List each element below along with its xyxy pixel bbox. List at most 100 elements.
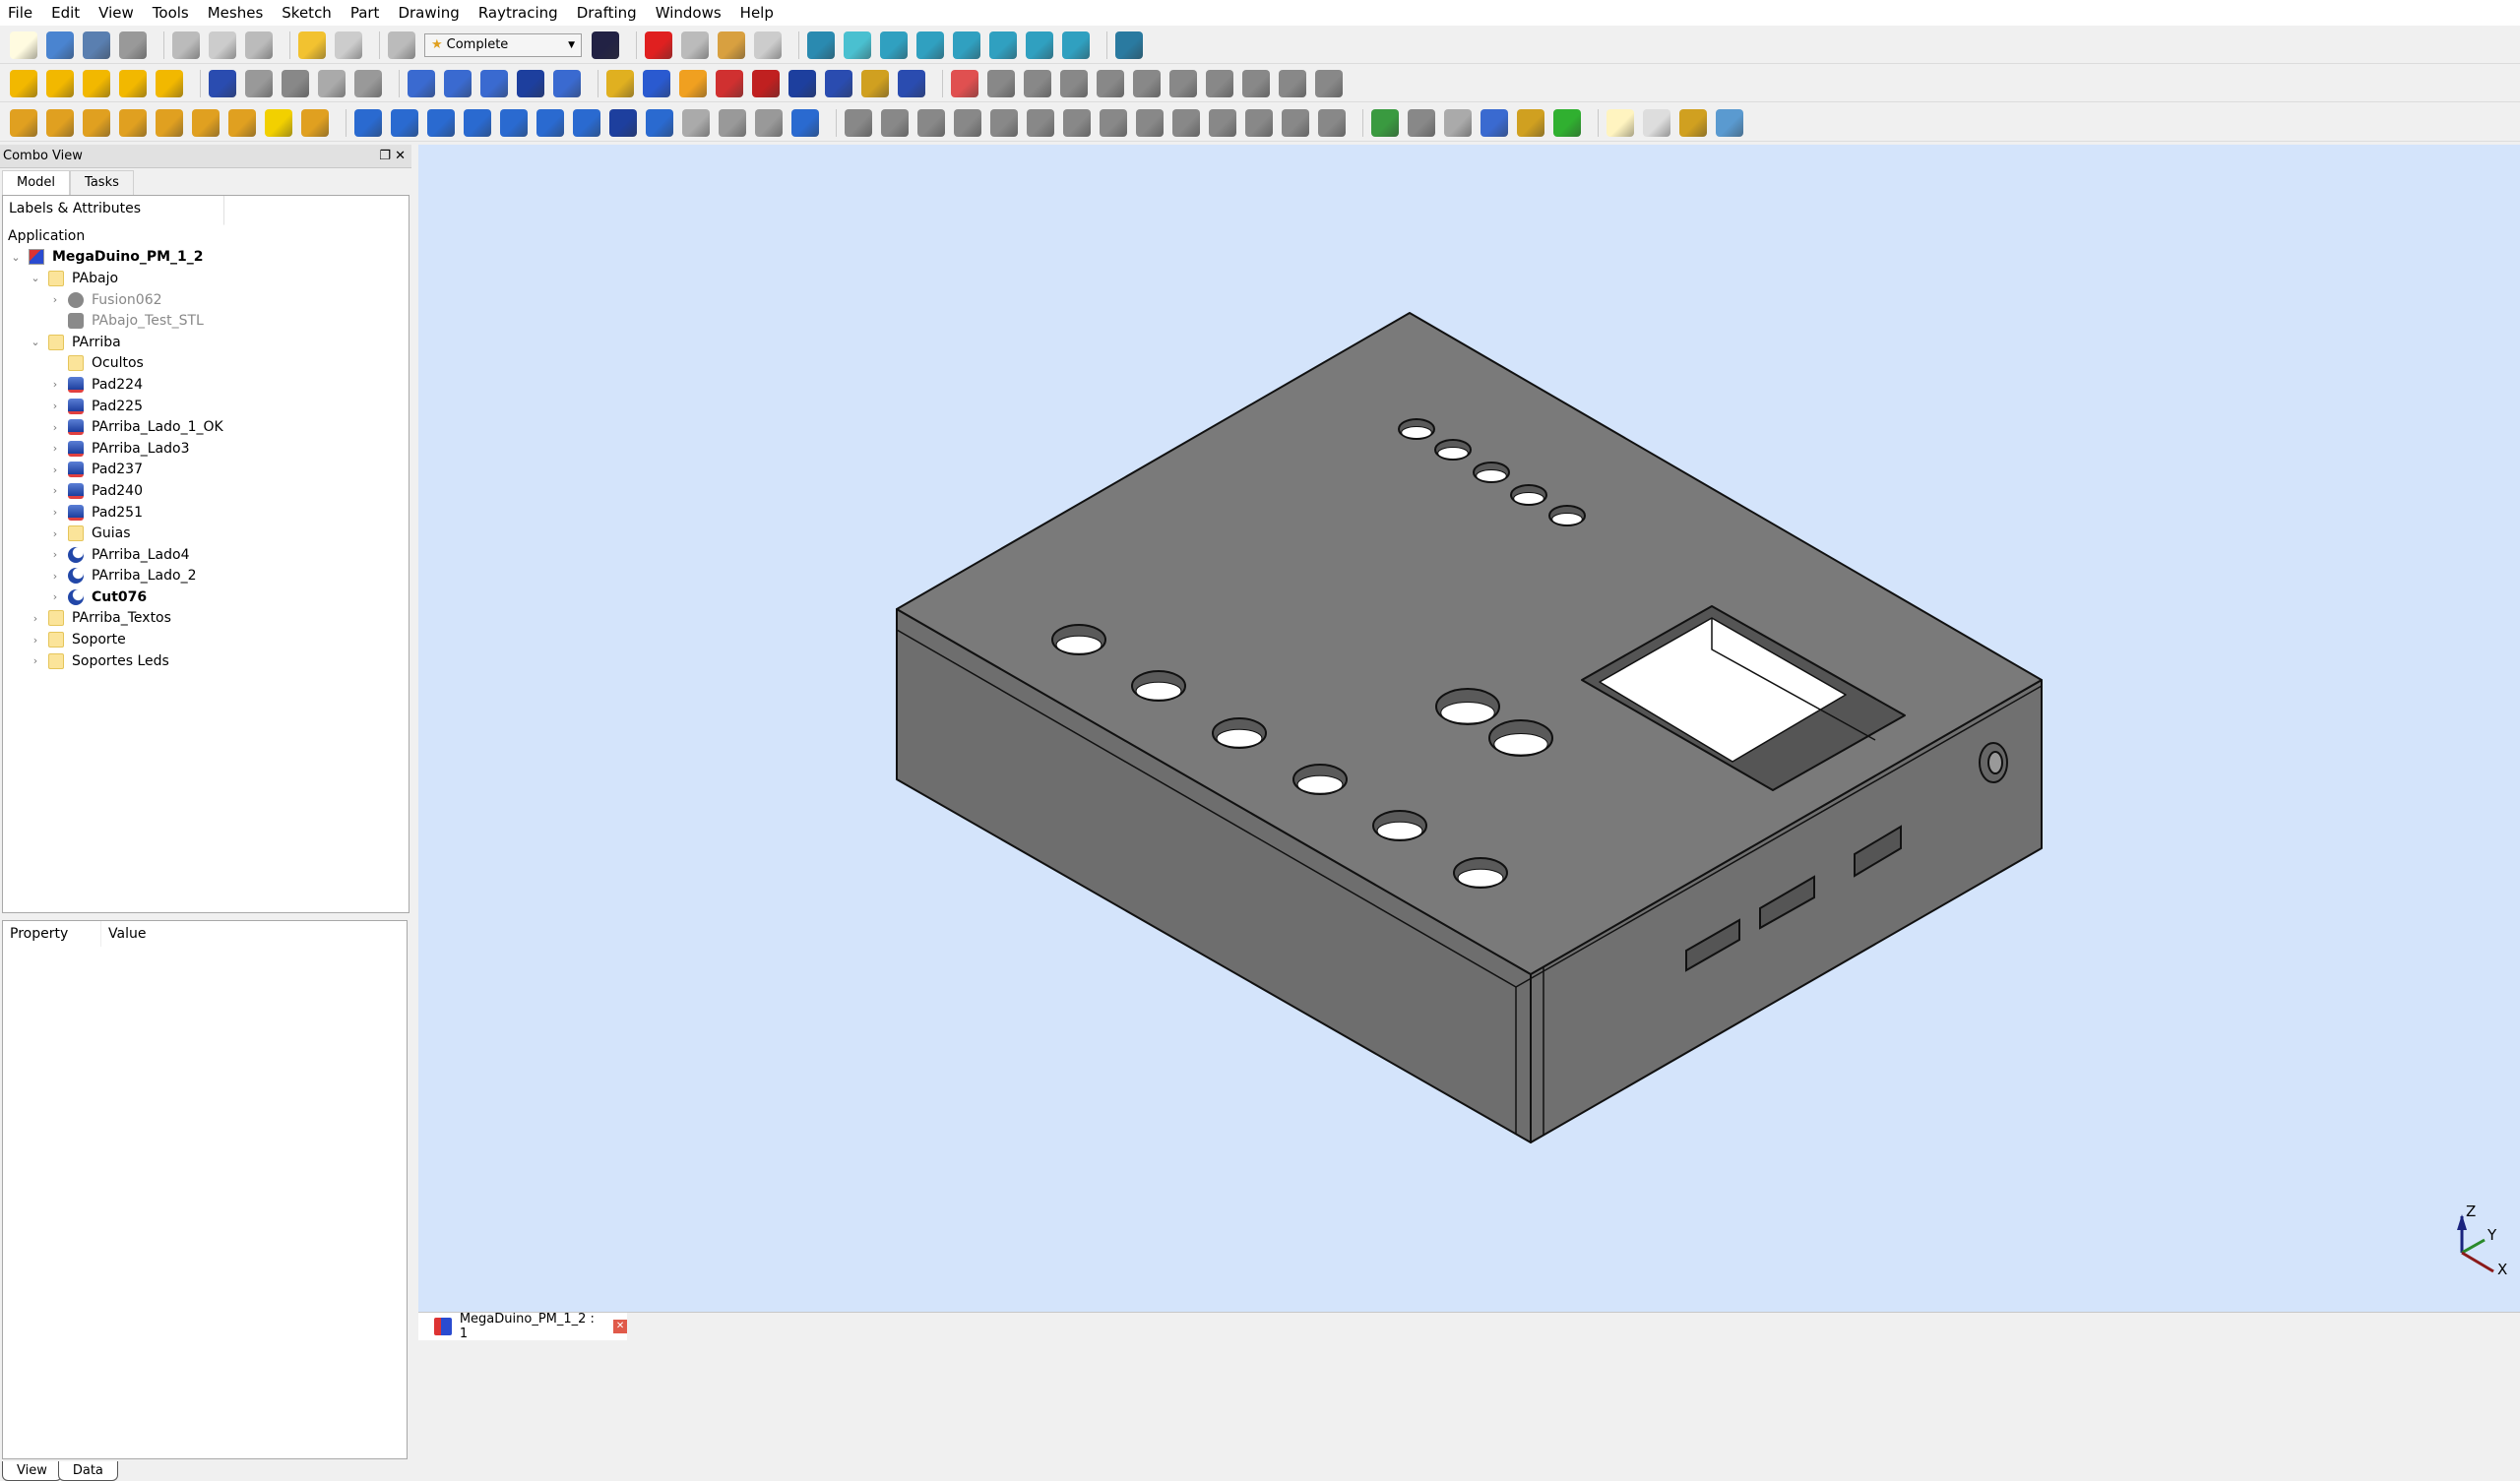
- chevron-down-icon[interactable]: ⌄: [29, 272, 42, 284]
- upgrade-icon[interactable]: [500, 108, 528, 137]
- part-yellow-icon[interactable]: [825, 69, 852, 97]
- menu-drafting[interactable]: Drafting: [577, 4, 637, 22]
- chevron-down-icon[interactable]: ⌄: [9, 251, 23, 264]
- chevron-down-icon[interactable]: ⌄: [29, 336, 42, 348]
- tree-item[interactable]: › Soportes Leds: [3, 650, 409, 672]
- scale-icon[interactable]: [573, 108, 600, 137]
- fuse-icon[interactable]: [282, 69, 309, 97]
- tree-item[interactable]: Ocultos: [3, 353, 409, 375]
- chevron-right-icon[interactable]: ›: [48, 548, 62, 561]
- snap-ext-icon[interactable]: [1245, 108, 1273, 137]
- box-icon[interactable]: [10, 69, 37, 97]
- save-icon[interactable]: [83, 31, 110, 59]
- menu-drawing[interactable]: Drawing: [398, 4, 459, 22]
- part-multi-icon[interactable]: [861, 69, 889, 97]
- snap-center-icon[interactable]: [1282, 108, 1309, 137]
- 3d-model[interactable]: Z Y X: [418, 145, 2520, 1312]
- export-icon[interactable]: [987, 69, 1015, 97]
- a3-page-icon[interactable]: [1643, 108, 1670, 137]
- snap-point-icon[interactable]: [845, 108, 872, 137]
- menu-meshes[interactable]: Meshes: [208, 4, 264, 22]
- move-icon[interactable]: [354, 108, 382, 137]
- hole-icon[interactable]: [679, 69, 707, 97]
- menu-view[interactable]: View: [98, 4, 134, 22]
- draft-line-icon[interactable]: [10, 108, 37, 137]
- draft-dimension-icon[interactable]: [301, 108, 329, 137]
- tab-model[interactable]: Model: [2, 170, 71, 196]
- draft-polygon-icon[interactable]: [192, 108, 220, 137]
- view-front-icon[interactable]: [880, 31, 908, 59]
- snap-dim-icon[interactable]: [1172, 108, 1200, 137]
- menu-file[interactable]: File: [8, 4, 32, 22]
- chevron-right-icon[interactable]: ›: [29, 654, 42, 667]
- new-document-icon[interactable]: [10, 31, 37, 59]
- workbench-selector[interactable]: ★ Complete ▼: [424, 32, 582, 57]
- circle-icon[interactable]: [1097, 69, 1124, 97]
- sphere-icon[interactable]: [83, 69, 110, 97]
- open-folder-icon[interactable]: [46, 31, 74, 59]
- cylinder-icon[interactable]: [46, 69, 74, 97]
- undo-icon[interactable]: [298, 31, 326, 59]
- refresh-icon[interactable]: [388, 31, 415, 59]
- render-icon[interactable]: [1480, 108, 1508, 137]
- tab-data[interactable]: Data: [57, 1461, 118, 1481]
- whats-this-icon[interactable]: [592, 31, 619, 59]
- downgrade-icon[interactable]: [536, 108, 564, 137]
- snap-vert-icon[interactable]: [917, 108, 945, 137]
- chevron-right-icon[interactable]: ›: [48, 400, 62, 412]
- draft-text-icon[interactable]: [265, 108, 292, 137]
- drawing-view-icon[interactable]: [1679, 108, 1707, 137]
- chevron-right-icon[interactable]: ›: [29, 634, 42, 647]
- line-icon[interactable]: [1060, 69, 1088, 97]
- chamfer-icon[interactable]: [553, 69, 581, 97]
- part-blue-icon[interactable]: [788, 69, 816, 97]
- tree-item[interactable]: › Cut076: [3, 586, 409, 608]
- close-icon[interactable]: ✕: [395, 149, 406, 163]
- tree-item[interactable]: ⌄ PArriba: [3, 332, 409, 353]
- polyline-icon[interactable]: [1133, 69, 1161, 97]
- chevron-right-icon[interactable]: ›: [48, 293, 62, 306]
- groove-icon[interactable]: [716, 69, 743, 97]
- view-bottom-icon[interactable]: [1026, 31, 1053, 59]
- tree-item[interactable]: › Pad240: [3, 480, 409, 502]
- shape2dview-icon[interactable]: [609, 108, 637, 137]
- array-icon[interactable]: [682, 108, 710, 137]
- cut-icon[interactable]: [172, 31, 200, 59]
- view-iso-icon[interactable]: [844, 31, 871, 59]
- pad-icon[interactable]: [606, 69, 634, 97]
- drawing-page-icon[interactable]: [951, 69, 978, 97]
- edit-macro-icon[interactable]: [718, 31, 745, 59]
- tree-item[interactable]: ⌄ MegaDuino_PM_1_2: [3, 247, 409, 269]
- model-tree[interactable]: Labels & Attributes Application ⌄ MegaDui…: [2, 195, 410, 913]
- tree-item[interactable]: ⌄ PAbajo: [3, 268, 409, 289]
- tree-item[interactable]: › Guias: [3, 523, 409, 544]
- tree-item[interactable]: › Soporte: [3, 629, 409, 650]
- measure-icon[interactable]: [1115, 31, 1143, 59]
- chevron-right-icon[interactable]: ›: [48, 421, 62, 434]
- draft-bspline-icon[interactable]: [228, 108, 256, 137]
- lux-icon[interactable]: [1444, 108, 1472, 137]
- snap-ortho-icon[interactable]: [1209, 108, 1236, 137]
- point-icon[interactable]: [1024, 69, 1051, 97]
- tree-item[interactable]: › PArriba_Lado3: [3, 438, 409, 460]
- menu-raytracing[interactable]: Raytracing: [478, 4, 558, 22]
- tree-item[interactable]: › PArriba_Lado_1_OK: [3, 416, 409, 438]
- draft2sketch-icon[interactable]: [646, 108, 673, 137]
- fillet-icon[interactable]: [517, 69, 544, 97]
- tree-item[interactable]: PAbajo_Test_STL: [3, 310, 409, 332]
- draft-circle-icon[interactable]: [83, 108, 110, 137]
- chevron-right-icon[interactable]: ›: [48, 484, 62, 497]
- new-page-icon[interactable]: [1606, 108, 1634, 137]
- menu-part[interactable]: Part: [350, 4, 380, 22]
- snap-horiz-icon[interactable]: [954, 108, 981, 137]
- snap-lock-icon[interactable]: [1136, 108, 1164, 137]
- rotate-icon[interactable]: [391, 108, 418, 137]
- chevron-right-icon[interactable]: ›: [48, 527, 62, 540]
- save-page-icon[interactable]: [1716, 108, 1743, 137]
- chevron-right-icon[interactable]: ›: [48, 442, 62, 455]
- paste-icon[interactable]: [245, 31, 273, 59]
- tree-item[interactable]: › Pad224: [3, 374, 409, 396]
- part-multi2-icon[interactable]: [898, 69, 925, 97]
- snap-special-icon[interactable]: [1100, 108, 1127, 137]
- view-left-icon[interactable]: [1062, 31, 1090, 59]
